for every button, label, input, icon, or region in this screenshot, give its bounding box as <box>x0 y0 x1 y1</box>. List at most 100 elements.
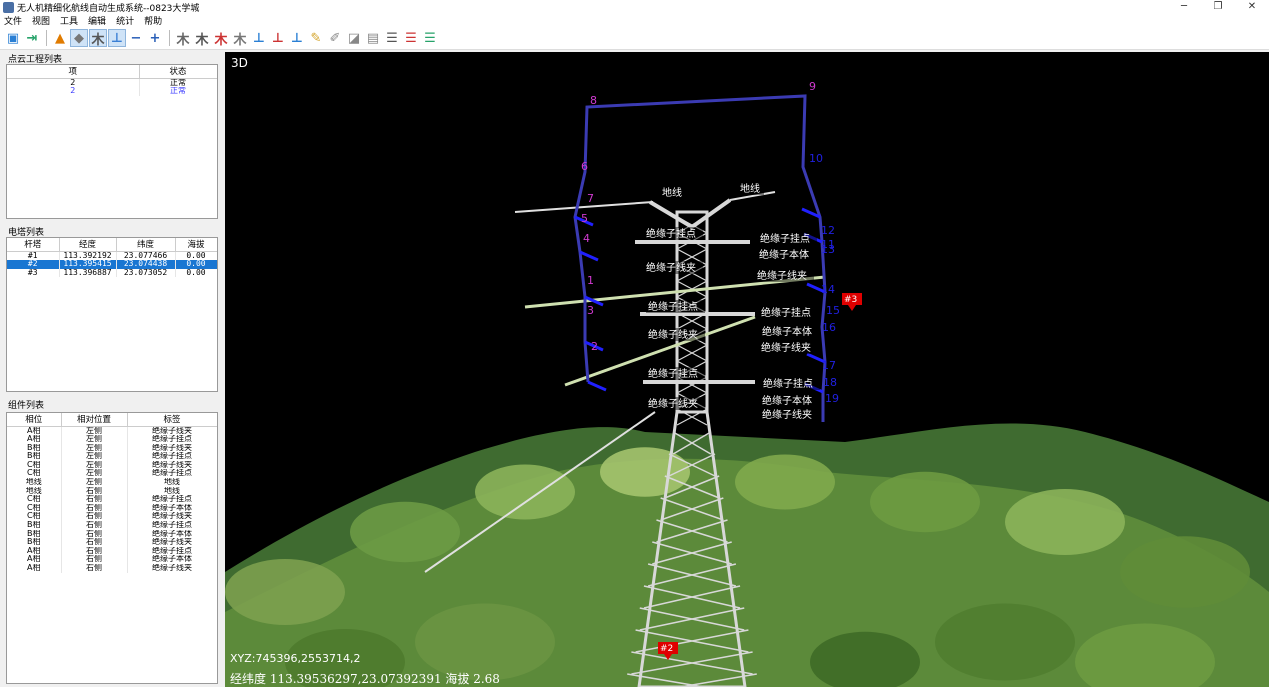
table-row[interactable]: B相 左侧 绝缘子线夹 <box>7 443 217 453</box>
component-label: 绝缘子挂点 <box>648 300 698 313</box>
component-label: 绝缘子本体 <box>762 325 812 338</box>
menu-edit[interactable]: 编辑 <box>88 14 106 27</box>
color-ramp-icon[interactable]: ▲ <box>51 29 69 47</box>
table-row[interactable]: A相 左侧 绝缘子线夹 <box>7 426 217 436</box>
table-row[interactable]: A相 右侧 绝缘子线夹 <box>7 564 217 573</box>
delete-point-icon[interactable]: ⊥ <box>269 29 287 47</box>
col-tower[interactable]: 杆塔 <box>7 238 60 252</box>
menu-help[interactable]: 帮助 <box>144 14 162 27</box>
point-setting-icon[interactable]: ⊥ <box>288 29 306 47</box>
foliage-blob <box>935 603 1075 681</box>
col-altitude[interactable]: 海拔 <box>175 238 217 252</box>
waypoint-heading <box>587 380 607 392</box>
route-add-icon[interactable]: ☰ <box>421 29 439 47</box>
add-tower-icon[interactable]: ⽊ <box>174 29 192 48</box>
add-point-icon[interactable]: ⊥ <box>250 29 268 47</box>
component-label: 绝缘子线夹 <box>761 341 811 354</box>
menu-bar: 文件 视图 工具 编辑 统计 帮助 <box>0 14 1269 27</box>
col-position[interactable]: 相对位置 <box>61 413 128 427</box>
waypoint-label: 19 <box>825 392 839 405</box>
title-bar: 无人机精细化航线自动生成系统--0823大学城 ─ ❐ ✕ <box>0 0 1269 14</box>
menu-tools[interactable]: 工具 <box>60 14 78 27</box>
route-export-icon[interactable]: ☰ <box>402 29 420 47</box>
component-label: 绝缘子本体 <box>759 248 809 261</box>
terrain-icon[interactable]: ◆ <box>70 29 88 47</box>
edit-tower-icon[interactable]: ⽊ <box>193 29 211 48</box>
table-row[interactable]: A相 左侧 绝缘子挂点 <box>7 435 217 444</box>
menu-view[interactable]: 视图 <box>32 14 50 27</box>
tower-setting-icon[interactable]: ⽊ <box>231 29 249 48</box>
point-cloud-scene[interactable]: 12345678910111213141516171819地线 地线绝缘子挂点绝缘… <box>225 52 1269 687</box>
table-row[interactable]: C相 右侧 绝缘子本体 <box>7 503 217 513</box>
component-label: 地线 <box>740 182 760 195</box>
3d-viewport[interactable]: 1 2 3 4 5 6 7 8 9 10 11 12 13 14 15 16 17 18 19 地线 地线 绝缘子挂点 绝缘… <box>225 52 1269 687</box>
col-label[interactable]: 标签 <box>127 413 217 427</box>
maximize-button[interactable]: ❐ <box>1201 0 1235 14</box>
table-row[interactable]: 地线 右侧 地线 <box>7 486 217 496</box>
foliage-blob <box>870 471 980 533</box>
measure-icon[interactable]: ✐ <box>326 29 344 47</box>
waypoint-label: 6 <box>581 160 588 173</box>
delete-tower-icon[interactable]: ⽊ <box>212 29 230 48</box>
table-row[interactable]: B相 右侧 绝缘子本体 <box>7 529 217 539</box>
save-icon[interactable]: ▣ <box>4 29 22 47</box>
area-icon[interactable]: ◪ <box>345 29 363 47</box>
coordinate-readout: 经纬度 113.39536297,23.07392391 海拔 2.68 <box>230 672 500 686</box>
col-item[interactable]: 项 <box>7 65 140 79</box>
table-row[interactable]: C相 左侧 绝缘子挂点 <box>7 469 217 479</box>
col-phase[interactable]: 相位 <box>7 413 62 427</box>
route-list-icon[interactable]: ☰ <box>383 29 401 47</box>
waypoint-label: 3 <box>587 304 594 317</box>
component-label: 绝缘子线夹 <box>762 408 812 421</box>
earthwire <box>514 201 654 213</box>
table-row-selected[interactable]: #2 113.395415 23.074438 0.00 <box>7 260 217 269</box>
component-label: 绝缘子挂点 <box>648 367 698 380</box>
zoom-in-icon[interactable]: + <box>146 29 164 47</box>
table-row[interactable]: C相 右侧 绝缘子线夹 <box>7 512 217 522</box>
ground-icon[interactable]: ⊥ <box>108 29 126 47</box>
waypoint-label: 15 <box>826 304 840 317</box>
table-row[interactable]: #1 113.392192 23.077466 0.00 <box>7 251 217 261</box>
draw-icon[interactable]: ✎ <box>307 29 325 47</box>
table-row[interactable]: C相 右侧 绝缘子挂点 <box>7 495 217 504</box>
left-panel: 点云工程列表 项状态 2 正常 2 正常 电塔列表 杆塔 经度 纬度 海拔 #1 11… <box>0 50 222 687</box>
foliage-blob <box>1005 489 1125 555</box>
menu-stats[interactable]: 统计 <box>116 14 134 27</box>
table-row[interactable]: #3 113.396887 23.073052 0.00 <box>7 268 217 278</box>
export-icon[interactable]: ⇥ <box>23 29 41 47</box>
table-row[interactable]: A相 右侧 绝缘子本体 <box>7 555 217 564</box>
foliage-blob <box>475 464 575 520</box>
waypoint-label: 12 <box>821 224 835 237</box>
waypoint-heading <box>579 250 599 262</box>
col-latitude[interactable]: 纬度 <box>116 238 176 252</box>
zoom-out-icon[interactable]: − <box>127 29 145 47</box>
menu-file[interactable]: 文件 <box>4 14 22 27</box>
table-row[interactable]: 地线 左侧 地线 <box>7 478 217 487</box>
table-row[interactable]: 2 正常 <box>7 87 217 96</box>
close-button[interactable]: ✕ <box>1235 0 1269 14</box>
tower-icon[interactable]: ⽊ <box>89 29 107 48</box>
foliage-blob <box>225 559 345 625</box>
table-row[interactable]: A相 右侧 绝缘子挂点 <box>7 546 217 556</box>
waypoint-label: 17 <box>822 359 836 372</box>
col-longitude[interactable]: 经度 <box>59 238 117 252</box>
component-label: 绝缘子线夹 <box>646 261 696 274</box>
pointcloud-list[interactable]: 项状态 2 正常 2 正常 <box>6 64 218 219</box>
table-row[interactable]: B相 左侧 绝缘子挂点 <box>7 452 217 461</box>
col-status[interactable]: 状态 <box>139 65 217 79</box>
toolbar: ▣ ⇥ ▲ ◆ ⽊ ⊥ − + ⽊ ⽊ ⽊ ⽊ ⊥ ⊥ ⊥ ✎ ✐ ◪ ▤ ☰ … <box>0 27 1269 50</box>
minimize-button[interactable]: ─ <box>1167 0 1201 14</box>
component-label: 地线 <box>662 186 682 199</box>
table-row[interactable]: B相 右侧 绝缘子线夹 <box>7 538 217 547</box>
waypoint-label: 1 <box>587 274 594 287</box>
table-row[interactable]: C相 左侧 绝缘子线夹 <box>7 460 217 470</box>
component-list[interactable]: 相位 相对位置 标签 A相 左侧 绝缘子线夹 A相 左侧 绝缘子挂点 B相 左侧 绝缘子线夹 B相… <box>6 412 218 684</box>
xyz-readout: XYZ:745396,2553714,2 <box>230 652 361 665</box>
waypoint-label: 10 <box>809 152 823 165</box>
report-icon[interactable]: ▤ <box>364 29 382 47</box>
table-row[interactable]: 2 正常 <box>7 78 217 88</box>
tower-list[interactable]: 杆塔 经度 纬度 海拔 #1 113.392192 23.077466 0.00 #2… <box>6 237 218 392</box>
waypoint-label: 4 <box>583 232 590 245</box>
table-row[interactable]: B相 右侧 绝缘子挂点 <box>7 521 217 530</box>
component-label: 绝缘子挂点 <box>646 227 696 240</box>
